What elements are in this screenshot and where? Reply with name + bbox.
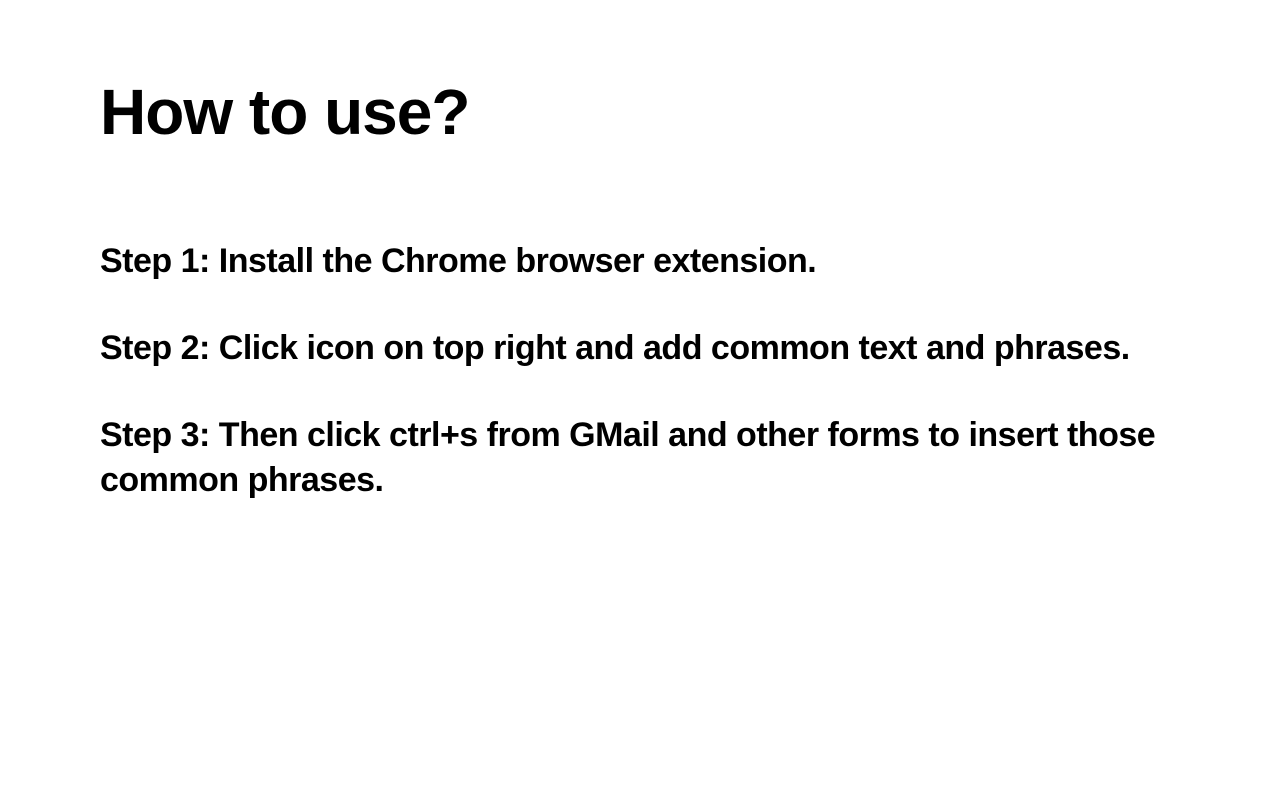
step-1: Step 1: Install the Chrome browser exten… (100, 239, 1160, 284)
step-2: Step 2: Click icon on top right and add … (100, 326, 1160, 371)
page-title: How to use? (100, 75, 1180, 149)
step-3: Step 3: Then click ctrl+s from GMail and… (100, 413, 1160, 503)
